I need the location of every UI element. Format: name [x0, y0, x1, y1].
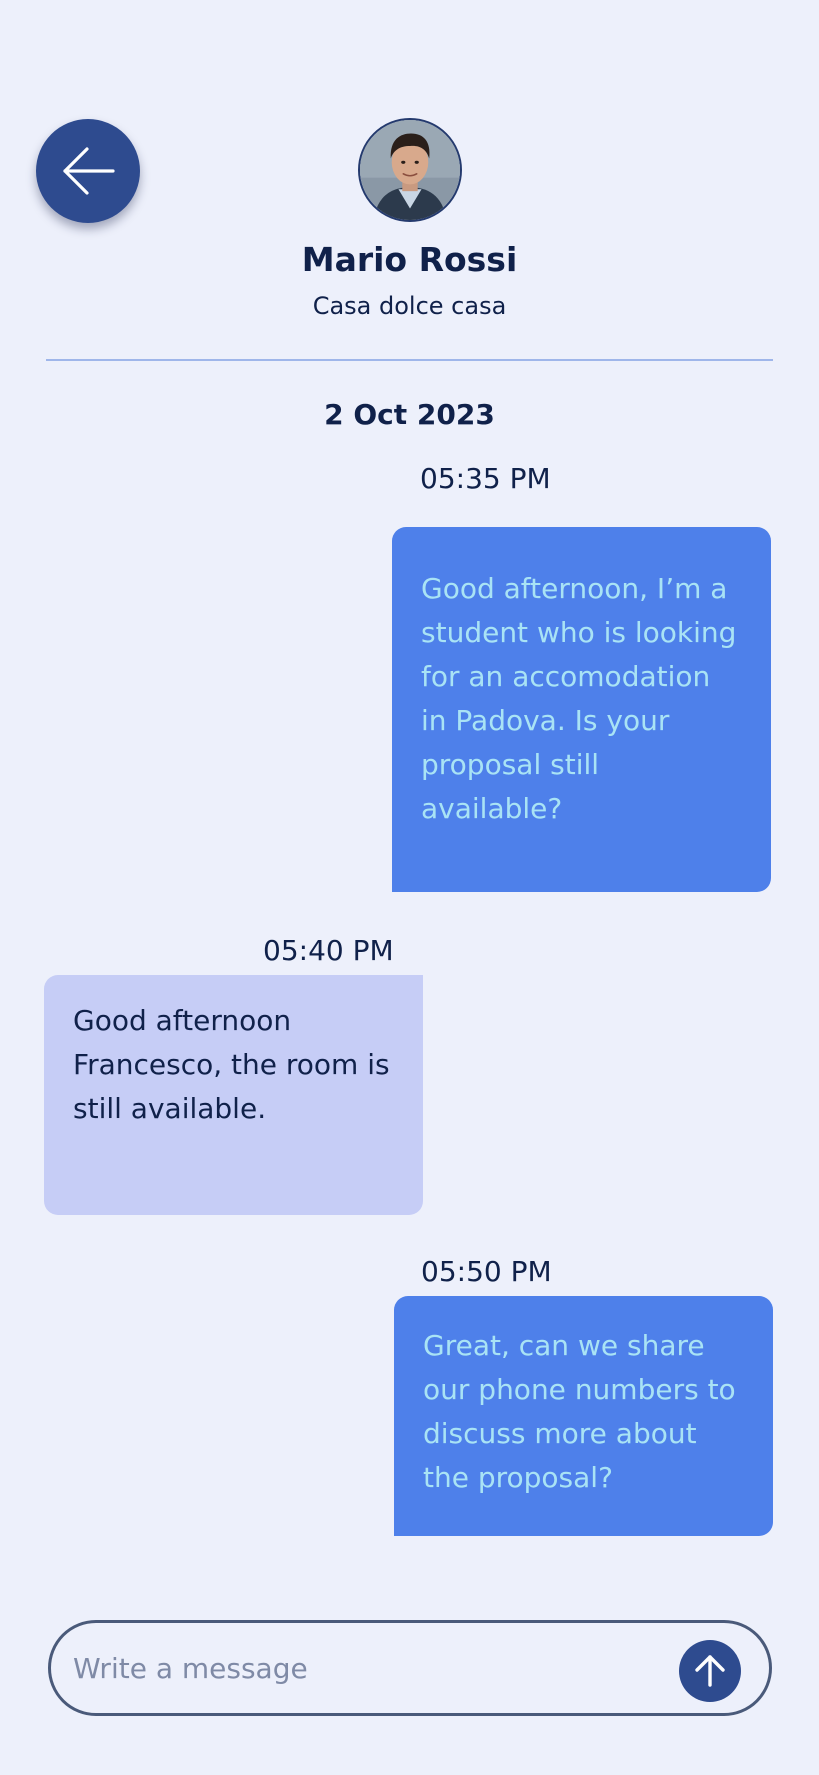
chat-screen: Mario Rossi Casa dolce casa 2 Oct 2023 0… — [0, 0, 819, 1775]
send-button[interactable] — [679, 1640, 741, 1702]
arrow-up-icon — [695, 1655, 725, 1687]
header-divider — [46, 359, 773, 361]
contact-name: Mario Rossi — [301, 240, 518, 279]
message-time: 05:35 PM — [420, 462, 551, 495]
profile-photo — [360, 120, 460, 220]
outgoing-message-bubble[interactable]: Great, can we share our phone numbers to… — [394, 1296, 773, 1536]
message-time: 05:40 PM — [263, 934, 394, 967]
avatar[interactable] — [358, 118, 462, 222]
message-composer — [48, 1620, 772, 1716]
outgoing-message-bubble[interactable]: Good afternoon, I’m a student who is loo… — [392, 527, 771, 892]
date-separator: 2 Oct 2023 — [324, 398, 495, 431]
incoming-message-bubble[interactable]: Good afternoon Francesco, the room is st… — [44, 975, 423, 1215]
arrow-left-icon — [63, 147, 115, 195]
back-button[interactable] — [36, 119, 140, 223]
message-time: 05:50 PM — [421, 1255, 552, 1288]
message-input[interactable] — [73, 1645, 653, 1691]
contact-subtitle: Casa dolce casa — [312, 292, 507, 320]
